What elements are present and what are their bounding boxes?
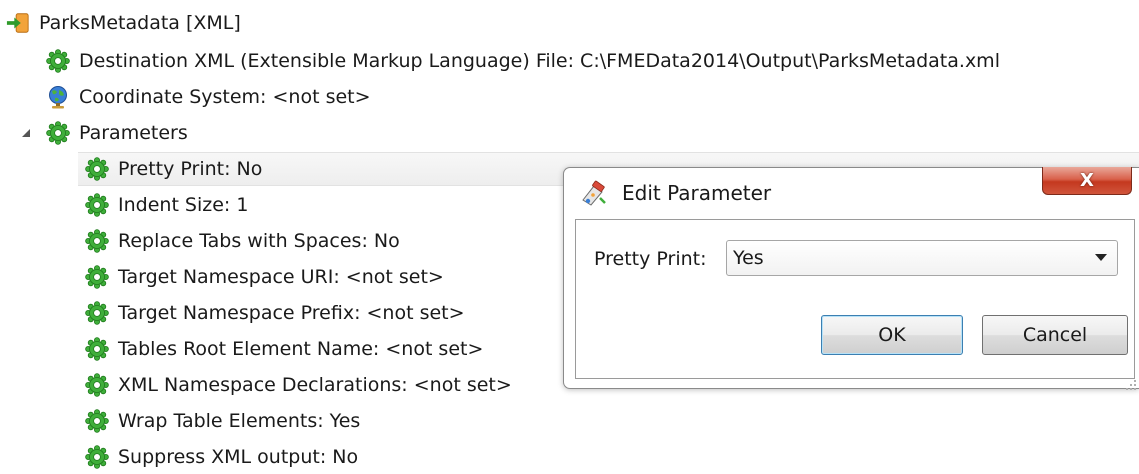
dialog-content: Pretty Print: Yes OK Cancel: [575, 219, 1135, 379]
parameter-label: Wrap Table Elements: Yes: [118, 410, 361, 432]
parameter-target-namespace-prefix[interactable]: Target Namespace Prefix: <not set>: [85, 296, 465, 330]
pretty-print-select[interactable]: Yes: [726, 240, 1118, 276]
gear-icon: [85, 193, 109, 217]
dialog-titlebar[interactable]: Edit Parameter X: [564, 167, 1139, 218]
pretty-print-value: Yes: [733, 247, 764, 269]
parameter-label: Target Namespace Prefix: <not set>: [118, 302, 465, 324]
parameter-label: Indent Size: 1: [118, 194, 249, 216]
gear-icon: [46, 49, 70, 73]
parameter-xml-namespace-declarations[interactable]: XML Namespace Declarations: <not set>: [85, 368, 512, 402]
parameter-replace-tabs[interactable]: Replace Tabs with Spaces: No: [85, 224, 400, 258]
parameter-indent-size[interactable]: Indent Size: 1: [85, 188, 248, 222]
parameter-label: Target Namespace URI: <not set>: [118, 266, 444, 288]
tree-root-row[interactable]: ParksMetadata [XML]: [6, 6, 241, 40]
globe-icon: [46, 85, 70, 109]
tree-item-destination[interactable]: Destination XML (Extensible Markup Langu…: [46, 44, 1000, 78]
resize-grip-icon[interactable]: [1125, 374, 1137, 390]
close-button[interactable]: X: [1042, 167, 1132, 195]
gear-icon: [85, 301, 109, 325]
gear-icon: [85, 265, 109, 289]
close-icon: X: [1080, 170, 1094, 191]
writer-arrow-icon: [6, 11, 30, 35]
gear-icon: [85, 157, 109, 181]
cancel-button[interactable]: Cancel: [982, 315, 1128, 355]
tree-item-coordinate-system[interactable]: Coordinate System: <not set>: [46, 80, 371, 114]
dialog-title: Edit Parameter: [622, 181, 772, 205]
gear-icon: [85, 409, 109, 433]
gear-icon: [85, 445, 109, 469]
parameter-tables-root-element[interactable]: Tables Root Element Name: <not set>: [85, 332, 483, 366]
tree-item-label: Destination XML (Extensible Markup Langu…: [79, 50, 1000, 72]
parameter-wrap-table-elements[interactable]: Wrap Table Elements: Yes: [85, 404, 360, 438]
parameter-target-namespace-uri[interactable]: Target Namespace URI: <not set>: [85, 260, 444, 294]
ok-button-label: OK: [878, 324, 906, 346]
ok-button[interactable]: OK: [821, 315, 963, 355]
cancel-button-label: Cancel: [1022, 324, 1088, 346]
gear-icon: [85, 337, 109, 361]
parameter-label: Replace Tabs with Spaces: No: [118, 230, 400, 252]
tree-item-label: Coordinate System: <not set>: [79, 86, 371, 108]
parameter-edit-icon: [580, 180, 608, 208]
edit-parameter-dialog: Edit Parameter X Pretty Print: Yes OK Ca…: [563, 167, 1139, 390]
gear-icon: [85, 373, 109, 397]
gear-icon: [85, 229, 109, 253]
parameter-label: XML Namespace Declarations: <not set>: [118, 374, 512, 396]
chevron-down-icon: [1095, 254, 1107, 261]
tree-item-label: Parameters: [79, 122, 188, 144]
pretty-print-label: Pretty Print:: [594, 248, 707, 270]
gear-icon: [46, 121, 70, 145]
tree-root-label: ParksMetadata [XML]: [39, 12, 241, 34]
parameter-label: Tables Root Element Name: <not set>: [118, 338, 484, 360]
parameter-label: Pretty Print: No: [118, 158, 263, 180]
expand-collapse-toggle[interactable]: [19, 126, 33, 140]
tree-item-parameters[interactable]: Parameters: [46, 116, 188, 150]
